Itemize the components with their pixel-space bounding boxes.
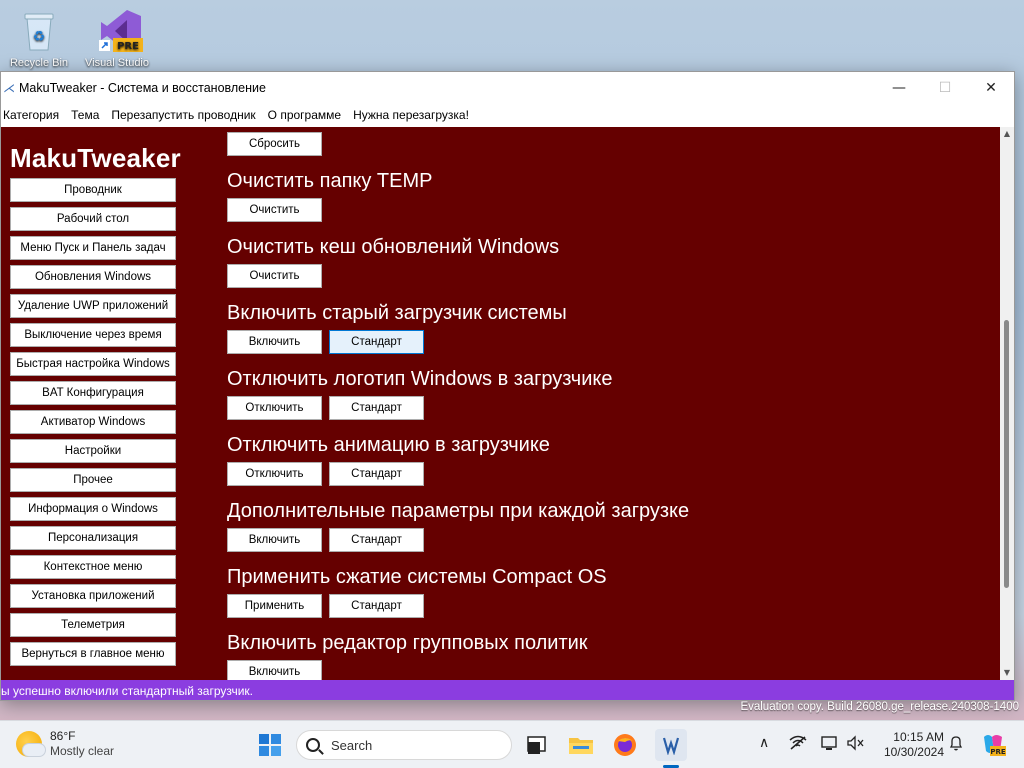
advanced-boot-default-button[interactable]: Стандарт <box>329 528 424 552</box>
desktop-icon-label: Recycle Bin <box>9 57 69 69</box>
advanced-boot-enable-button[interactable]: Включить <box>227 528 322 552</box>
weather-widget[interactable]: 86°F Mostly clear <box>16 729 114 759</box>
sidebar-item-main-menu[interactable]: Вернуться в главное меню <box>10 642 176 666</box>
desktop-icon-visual-studio[interactable]: PRE Visual Studio <box>82 8 152 69</box>
window-title: MakuTweaker - Система и восстановление <box>19 81 266 95</box>
boot-logo-default-button[interactable]: Стандарт <box>329 396 424 420</box>
section-title-boot-logo: Отключить логотип Windows в загрузчике <box>227 368 613 390</box>
clock-date: 10/30/2024 <box>883 745 944 759</box>
scrollbar-thumb[interactable] <box>1004 320 1009 588</box>
desktop-icon-label: Visual Studio <box>84 57 149 69</box>
sidebar-item-personalization[interactable]: Персонализация <box>10 526 176 550</box>
svg-text:PRE: PRE <box>990 748 1006 756</box>
legacy-bootloader-default-button[interactable]: Стандарт <box>329 330 424 354</box>
section-title-boot-animation: Отключить анимацию в загрузчике <box>227 434 550 456</box>
sidebar-item-telemetry[interactable]: Телеметрия <box>10 613 176 637</box>
recycle-bin-icon: ♻ <box>19 8 59 54</box>
section-title-clear-temp: Очистить папку TEMP <box>227 170 433 192</box>
window-controls: — ☐ ✕ <box>876 72 1014 104</box>
search-placeholder: Search <box>331 737 373 753</box>
system-clock[interactable]: 10:15 AM 10/30/2024 <box>884 730 944 760</box>
boot-animation-default-button[interactable]: Стандарт <box>329 462 424 486</box>
scroll-up-icon[interactable]: ▲ <box>1000 127 1014 141</box>
menu-bar: Категория Тема Перезапустить проводник О… <box>1 104 1014 126</box>
copilot-icon[interactable]: PRE <box>980 731 1006 761</box>
menu-about[interactable]: О программе <box>265 108 350 122</box>
clear-temp-button[interactable]: Очистить <box>227 198 322 222</box>
title-bar[interactable]: ⋌ MakuTweaker - Система и восстановление… <box>1 72 1014 104</box>
boot-logo-disable-button[interactable]: Отключить <box>227 396 322 420</box>
vertical-scrollbar[interactable]: ▲ ▼ <box>1000 127 1014 680</box>
show-hidden-icons-chevron-icon[interactable]: ∧ <box>759 735 769 751</box>
sidebar-item-context-menu[interactable]: Контекстное меню <box>10 555 176 579</box>
clock-time: 10:15 AM <box>893 730 944 744</box>
file-explorer-icon[interactable] <box>567 731 595 759</box>
task-view-icon[interactable] <box>522 731 550 759</box>
gpedit-enable-button[interactable]: Включить <box>227 660 322 680</box>
evaluation-watermark: Evaluation copy. Build 26080.ge_release.… <box>740 701 1019 713</box>
sidebar-item-bat-config[interactable]: BAT Конфигурация <box>10 381 176 405</box>
scroll-down-icon[interactable]: ▼ <box>1000 666 1014 680</box>
sidebar-item-other[interactable]: Прочее <box>10 468 176 492</box>
weather-icon <box>16 731 46 757</box>
sidebar-item-activator[interactable]: Активатор Windows <box>10 410 176 434</box>
clear-update-cache-button[interactable]: Очистить <box>227 264 322 288</box>
search-icon <box>306 738 320 752</box>
compact-os-apply-button[interactable]: Применить <box>227 594 322 618</box>
start-icon[interactable] <box>256 731 284 759</box>
visual-studio-icon: PRE <box>97 8 143 54</box>
weather-condition: Mostly clear <box>50 744 115 758</box>
section-title-legacy-bootloader: Включить старый загрузчик системы <box>227 302 567 324</box>
menu-category[interactable]: Категория <box>1 108 68 122</box>
sidebar-item-app-install[interactable]: Установка приложений <box>10 584 176 608</box>
svg-text:♻: ♻ <box>33 29 46 45</box>
section-title-clear-update-cache: Очистить кеш обновлений Windows <box>227 236 560 258</box>
compact-os-default-button[interactable]: Стандарт <box>329 594 424 618</box>
volume-muted-icon[interactable] <box>847 735 865 755</box>
sidebar-item-explorer[interactable]: Проводник <box>10 178 176 202</box>
sidebar-item-desktop[interactable]: Рабочий стол <box>10 207 176 231</box>
makutweaker-icon[interactable] <box>655 729 687 761</box>
sidebar-item-uwp-removal[interactable]: Удаление UWP приложений <box>10 294 176 318</box>
weather-temperature: 86°F <box>50 729 76 743</box>
close-button[interactable]: ✕ <box>968 72 1014 104</box>
content-area: MakuTweaker Проводник Рабочий стол Меню … <box>1 127 1001 680</box>
sidebar-item-start-taskbar[interactable]: Меню Пуск и Панель задач <box>10 236 176 260</box>
menu-theme[interactable]: Тема <box>68 108 108 122</box>
status-bar: ы успешно включили стандартный загрузчик… <box>1 680 1014 700</box>
sidebar-item-quick-setup[interactable]: Быстрая настройка Windows <box>10 352 176 376</box>
taskbar-search[interactable]: Search <box>296 730 512 760</box>
maximize-button[interactable]: ☐ <box>922 72 968 104</box>
section-title-gpedit: Включить редактор групповых политик <box>227 632 588 654</box>
sidebar-item-settings[interactable]: Настройки <box>10 439 176 463</box>
app-logo: MakuTweaker <box>10 143 181 173</box>
app-window: ⋌ MakuTweaker - Система и восстановление… <box>0 71 1015 701</box>
menu-reboot-required[interactable]: Нужна перезагрузка! <box>350 108 478 122</box>
display-icon[interactable] <box>821 735 839 755</box>
minimize-button[interactable]: — <box>876 72 922 104</box>
makutweaker-app-icon: ⋌ <box>3 81 15 95</box>
section-title-advanced-boot-options: Дополнительные параметры при каждой загр… <box>227 500 690 522</box>
reset-button[interactable]: Сбросить <box>227 132 322 156</box>
network-icon[interactable] <box>789 735 807 755</box>
pre-badge: PRE <box>117 41 139 52</box>
sidebar-item-windows-update[interactable]: Обновления Windows <box>10 265 176 289</box>
section-title-compact-os: Применить сжатие системы Compact OS <box>227 566 607 588</box>
desktop-icon-recycle-bin[interactable]: ♻ Recycle Bin <box>4 8 74 69</box>
legacy-bootloader-enable-button[interactable]: Включить <box>227 330 322 354</box>
menu-restart-explorer[interactable]: Перезапустить проводник <box>108 108 264 122</box>
firefox-icon[interactable] <box>611 731 639 759</box>
sidebar-item-windows-info[interactable]: Информация о Windows <box>10 497 176 521</box>
taskbar: 86°F Mostly clear Search ∧ 10:15 AM 10/3… <box>0 720 1024 768</box>
boot-animation-disable-button[interactable]: Отключить <box>227 462 322 486</box>
notification-bell-icon[interactable] <box>948 735 964 755</box>
sidebar-item-shutdown-timer[interactable]: Выключение через время <box>10 323 176 347</box>
